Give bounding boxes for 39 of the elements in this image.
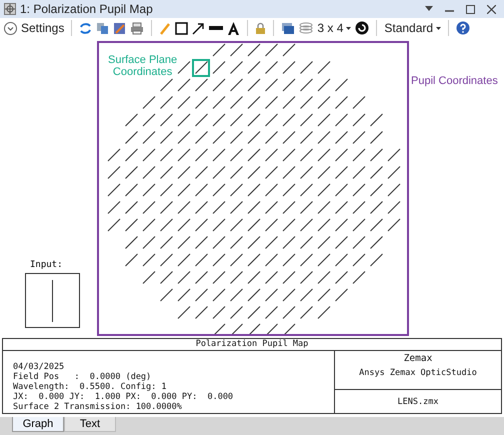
info-line: JX: 0.000 JY: 1.000 PX: 0.000 PY: 0.000 [13, 392, 234, 402]
layout-dropdown[interactable]: 3 x 4 [317, 19, 352, 37]
maximize-icon[interactable] [466, 4, 475, 14]
caret-icon [436, 26, 442, 30]
refresh-icon[interactable] [79, 22, 92, 34]
pupil-coordinates-label: Pupil Coordinates [411, 74, 498, 89]
highlight-box [192, 59, 210, 77]
input-box [25, 273, 80, 328]
info-line: 04/03/2025 [13, 362, 66, 372]
window-title: 1: Polarization Pupil Map [20, 1, 153, 18]
save-icon[interactable] [113, 22, 126, 34]
settings-button[interactable]: Settings [21, 19, 64, 37]
window-stack-icon[interactable] [281, 22, 296, 34]
dropdown-icon[interactable] [425, 6, 433, 12]
expand-icon[interactable] [4, 22, 17, 34]
info-title: Polarization Pupil Map [3, 339, 501, 351]
info-line: Surface 2 Transmission: 100.0000% [13, 402, 183, 412]
company-name: Zemax [404, 354, 432, 364]
layers-icon[interactable] [299, 22, 314, 34]
arrow-icon[interactable] [192, 22, 206, 34]
window-icon [4, 3, 16, 15]
input-label: Input: [30, 259, 63, 272]
help-icon[interactable] [456, 21, 470, 35]
surface-plane-label: Surface Plane Coordinates [108, 54, 178, 78]
tab[interactable]: Graph [12, 417, 64, 432]
product-name: Ansys Zemax OpticStudio [359, 368, 477, 378]
style-dropdown[interactable]: Standard [384, 19, 442, 37]
close-icon[interactable] [487, 4, 496, 14]
info-line: Wavelength: 0.5500. Config: 1 [13, 382, 168, 392]
rectangle-icon[interactable] [175, 22, 188, 34]
print-icon[interactable] [130, 22, 144, 34]
text-icon[interactable] [227, 22, 240, 34]
file-name: LENS.zmx [398, 396, 438, 406]
info-line: Field Pos : 0.0000 (deg) [13, 372, 152, 382]
copy-icon[interactable] [96, 22, 110, 34]
tab[interactable]: Text [64, 417, 116, 432]
rotate-icon[interactable] [355, 21, 370, 35]
caret-icon [346, 26, 352, 30]
lock-icon[interactable] [255, 22, 266, 34]
